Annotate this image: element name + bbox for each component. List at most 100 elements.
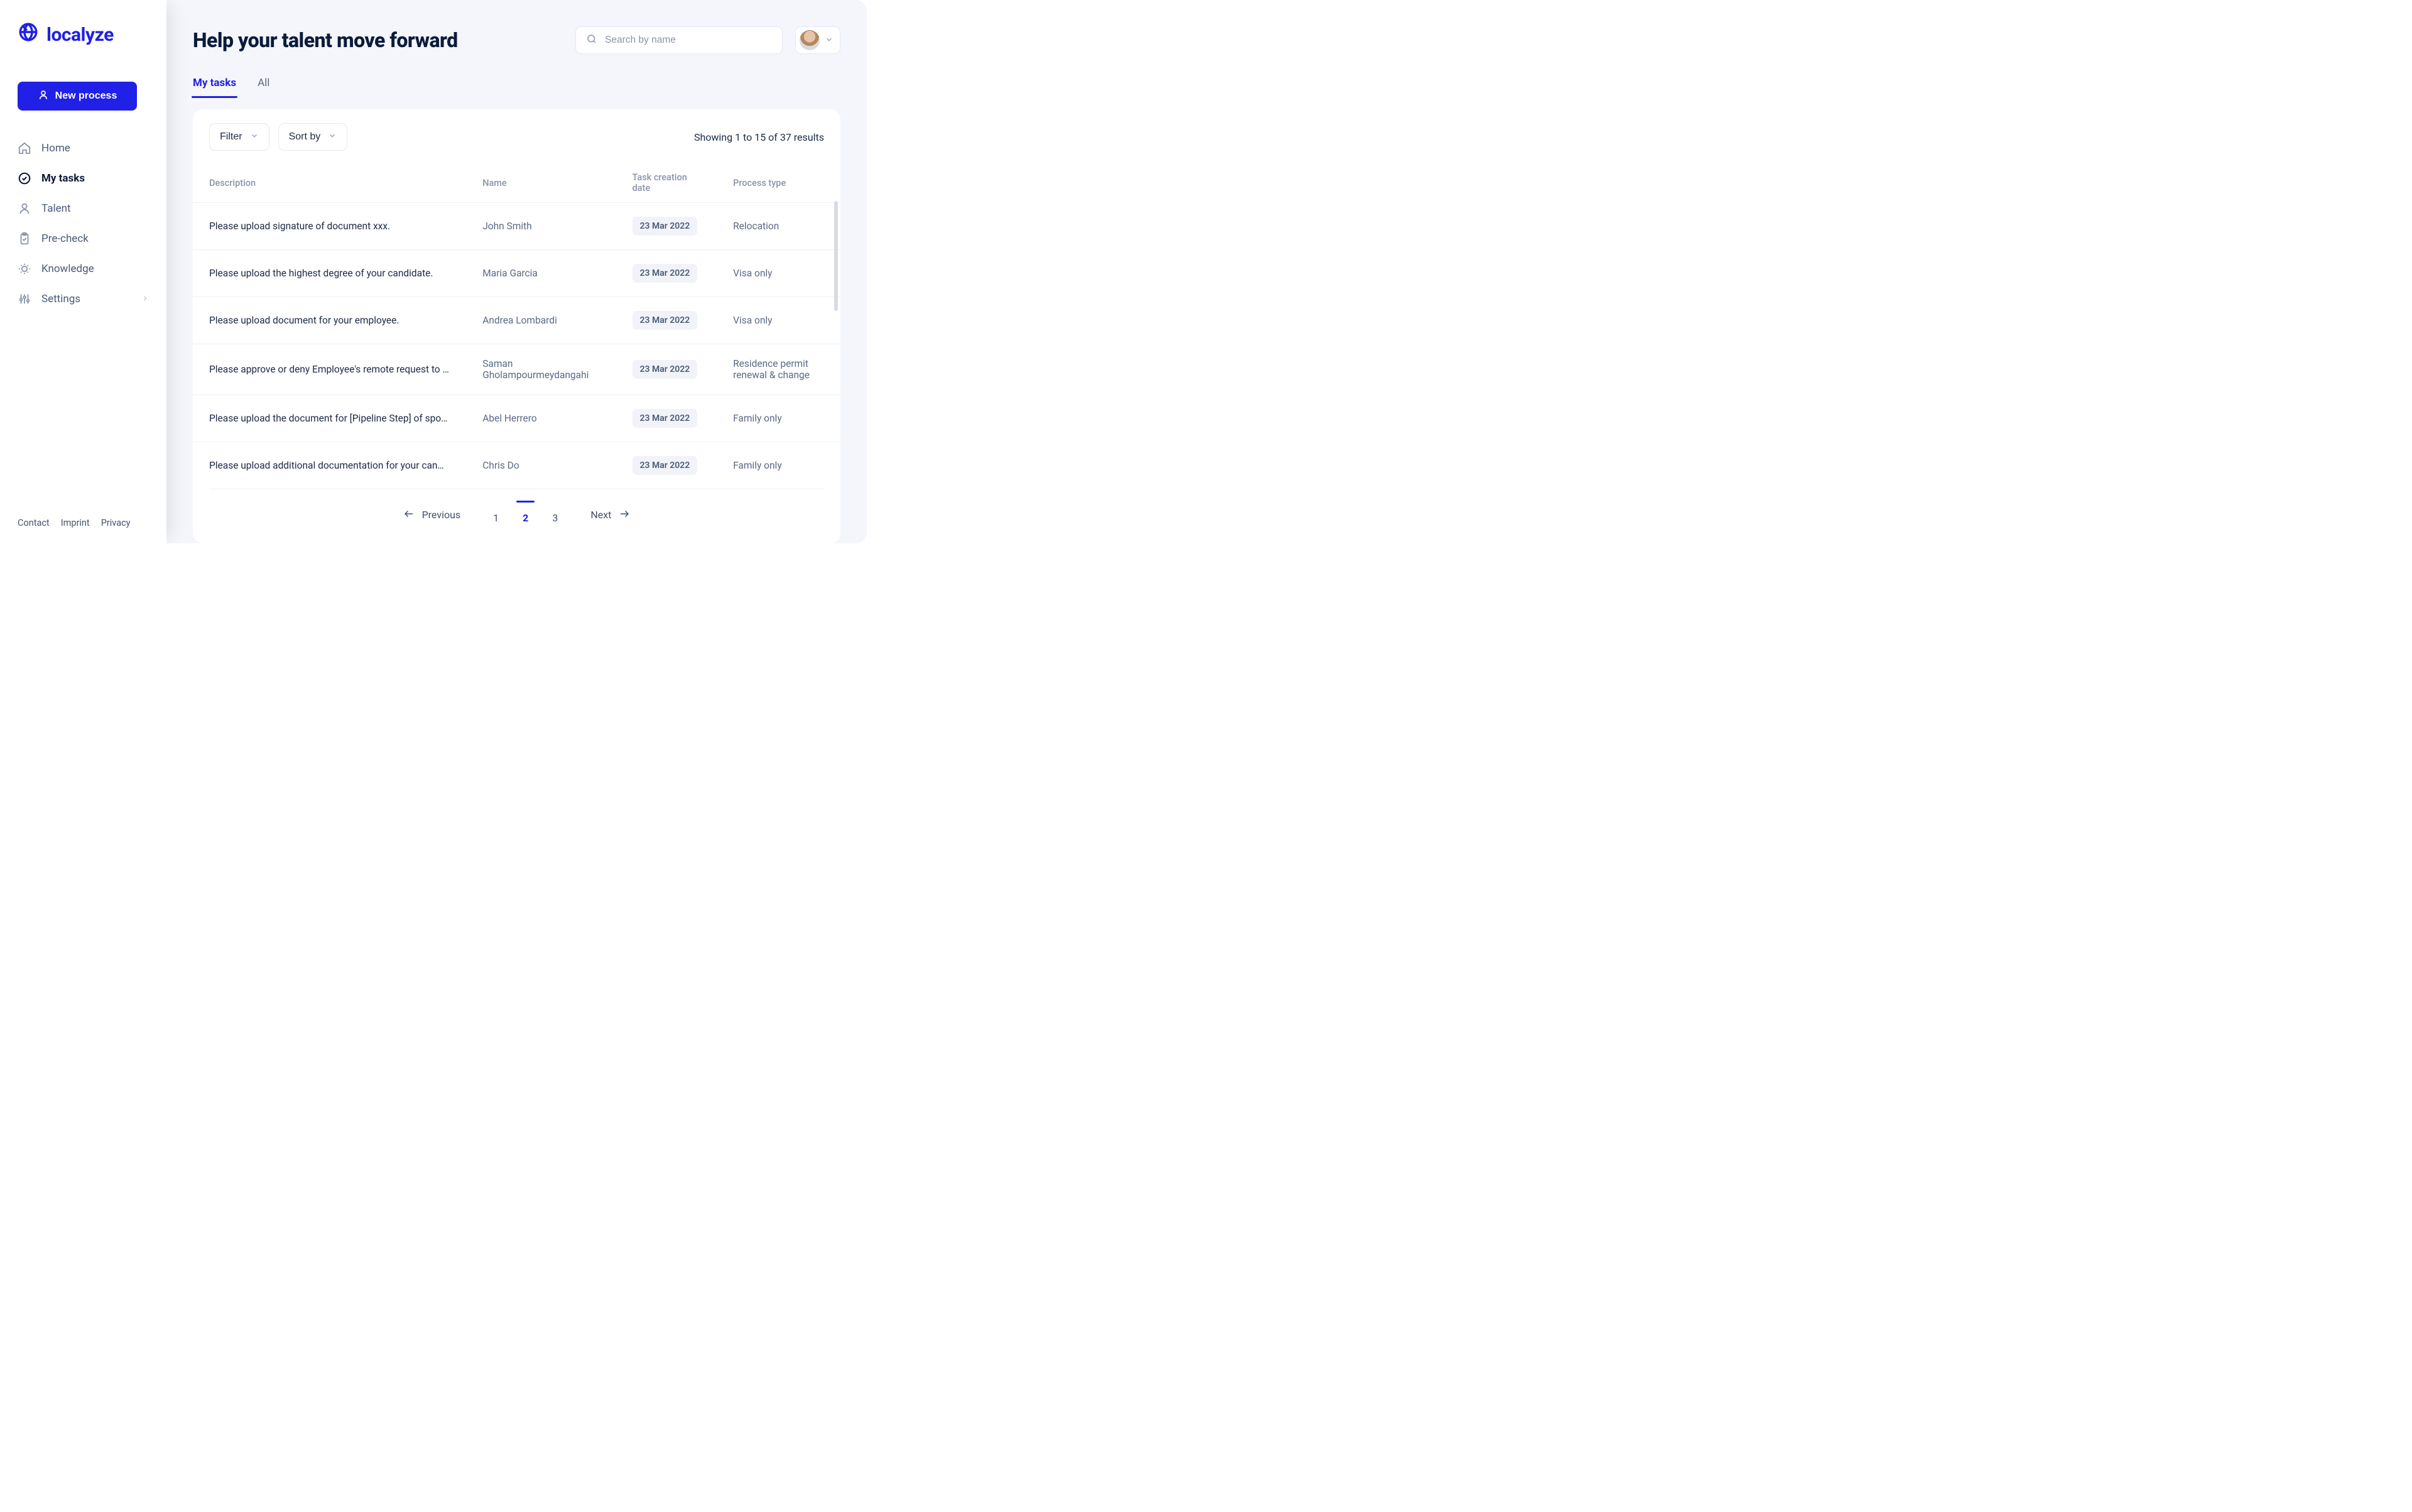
chevron-right-icon — [141, 293, 149, 305]
pagination-next[interactable]: Next — [590, 508, 630, 522]
user-menu[interactable] — [795, 26, 840, 54]
table-row[interactable]: Please upload the highest degree of your… — [193, 250, 840, 297]
person-icon — [18, 202, 31, 215]
col-header-process-type: Process type — [717, 163, 840, 203]
search-box[interactable] — [575, 26, 783, 54]
date-badge: 23 Mar 2022 — [633, 217, 698, 236]
clipboard-icon — [18, 232, 31, 246]
cell-name: Andrea Lombardi — [466, 297, 616, 344]
brand-name: localyze — [46, 24, 114, 46]
topbar: Help your talent move forward — [193, 26, 840, 54]
home-icon — [18, 141, 31, 155]
sidebar-item-knowledge[interactable]: Knowledge — [18, 256, 149, 281]
scrollbar-thumb[interactable] — [834, 201, 838, 311]
cell-process-type: Family only — [717, 395, 840, 442]
tasks-table: Description Name Task creation date Proc… — [193, 163, 840, 489]
globe-icon — [18, 21, 39, 48]
cell-description: Please upload additional documentation f… — [193, 442, 466, 489]
cell-description: Please upload signature of document xxx. — [193, 203, 466, 250]
cell-date: 23 Mar 2022 — [616, 395, 717, 442]
tasks-card: Filter Sort by Showing 1 to 15 of 37 res… — [193, 109, 840, 543]
tab-my-tasks[interactable]: My tasks — [193, 77, 236, 98]
main-content: Help your talent move forward My tasks A… — [166, 0, 867, 543]
table-row[interactable]: Please upload signature of document xxx.… — [193, 203, 840, 250]
new-process-button[interactable]: New process — [18, 82, 137, 111]
search-icon — [586, 33, 597, 47]
sliders-icon — [18, 292, 31, 306]
table-wrap: Description Name Task creation date Proc… — [193, 163, 840, 489]
result-count: Showing 1 to 15 of 37 results — [694, 131, 824, 143]
sidebar-item-home[interactable]: Home — [18, 136, 149, 161]
cell-name: Chris Do — [466, 442, 616, 489]
date-badge: 23 Mar 2022 — [633, 360, 698, 379]
tabs: My tasks All — [193, 77, 840, 98]
table-row[interactable]: Please approve or deny Employee's remote… — [193, 344, 840, 395]
sidebar-item-label: Pre-check — [41, 232, 89, 245]
cell-process-type: Visa only — [717, 250, 840, 297]
date-badge: 23 Mar 2022 — [633, 311, 698, 330]
filter-label: Filter — [220, 131, 242, 143]
chevron-down-icon — [250, 131, 259, 143]
footer-link-privacy[interactable]: Privacy — [101, 518, 131, 528]
cell-description: Please approve or deny Employee's remote… — [193, 344, 466, 395]
date-badge: 23 Mar 2022 — [633, 456, 698, 475]
cell-date: 23 Mar 2022 — [616, 250, 717, 297]
sidebar-item-talent[interactable]: Talent — [18, 196, 149, 221]
previous-label: Previous — [422, 509, 461, 521]
cell-name: John Smith — [466, 203, 616, 250]
table-row[interactable]: Please upload the document for [Pipeline… — [193, 395, 840, 442]
sidebar-footer: Contact Imprint Privacy — [18, 518, 149, 528]
cell-description: Please upload document for your employee… — [193, 297, 466, 344]
footer-link-contact[interactable]: Contact — [18, 518, 50, 528]
avatar — [800, 30, 820, 50]
cell-name: Maria Garcia — [466, 250, 616, 297]
sidebar-item-label: Home — [41, 142, 70, 155]
sidebar-item-my-tasks[interactable]: My tasks — [18, 166, 149, 191]
brand-logo: localyze — [18, 21, 149, 48]
cell-date: 23 Mar 2022 — [616, 203, 717, 250]
tab-label: My tasks — [193, 77, 236, 89]
table-row[interactable]: Please upload document for your employee… — [193, 297, 840, 344]
tab-all[interactable]: All — [258, 77, 269, 98]
sidebar-item-label: Talent — [41, 202, 71, 215]
search-input[interactable] — [605, 35, 772, 46]
cell-date: 23 Mar 2022 — [616, 442, 717, 489]
cell-date: 23 Mar 2022 — [616, 297, 717, 344]
tab-label: All — [258, 77, 269, 89]
cell-description: Please upload the document for [Pipeline… — [193, 395, 466, 442]
table-row[interactable]: Please upload additional documentation f… — [193, 442, 840, 489]
sidebar-nav: Home My tasks Talent Pre-check — [18, 136, 149, 312]
cell-process-type: Residence permit renewal & change — [717, 344, 840, 395]
chevron-down-icon — [825, 35, 834, 46]
page-number[interactable]: 3 — [550, 506, 560, 524]
date-badge: 23 Mar 2022 — [633, 264, 698, 283]
chevron-down-icon — [328, 131, 337, 143]
page-number[interactable]: 1 — [491, 506, 501, 524]
page-number[interactable]: 2 — [520, 506, 531, 524]
pagination: Previous 1 2 3 Next — [209, 489, 824, 524]
col-header-name: Name — [466, 163, 616, 203]
page-numbers: 1 2 3 — [491, 506, 560, 524]
sidebar-item-pre-check[interactable]: Pre-check — [18, 226, 149, 251]
app-shell: localyze New process Home My tasks — [0, 0, 867, 543]
arrow-left-icon — [403, 508, 415, 522]
lightbulb-icon — [18, 262, 31, 276]
next-label: Next — [590, 509, 611, 521]
sidebar-item-settings[interactable]: Settings — [18, 286, 149, 312]
cell-process-type: Visa only — [717, 297, 840, 344]
sidebar-item-label: Knowledge — [41, 263, 94, 275]
cell-description: Please upload the highest degree of your… — [193, 250, 466, 297]
pagination-previous[interactable]: Previous — [403, 508, 461, 522]
footer-link-imprint[interactable]: Imprint — [61, 518, 90, 528]
col-header-description: Description — [193, 163, 466, 203]
sort-label: Sort by — [289, 131, 321, 143]
sidebar-item-label: Settings — [41, 293, 80, 305]
cell-process-type: Relocation — [717, 203, 840, 250]
card-toolbar: Filter Sort by Showing 1 to 15 of 37 res… — [193, 123, 840, 163]
filter-button[interactable]: Filter — [209, 123, 269, 151]
sidebar-item-label: My tasks — [41, 172, 85, 185]
sort-button[interactable]: Sort by — [278, 123, 348, 151]
cell-date: 23 Mar 2022 — [616, 344, 717, 395]
date-badge: 23 Mar 2022 — [633, 409, 698, 428]
check-circle-icon — [18, 171, 31, 185]
